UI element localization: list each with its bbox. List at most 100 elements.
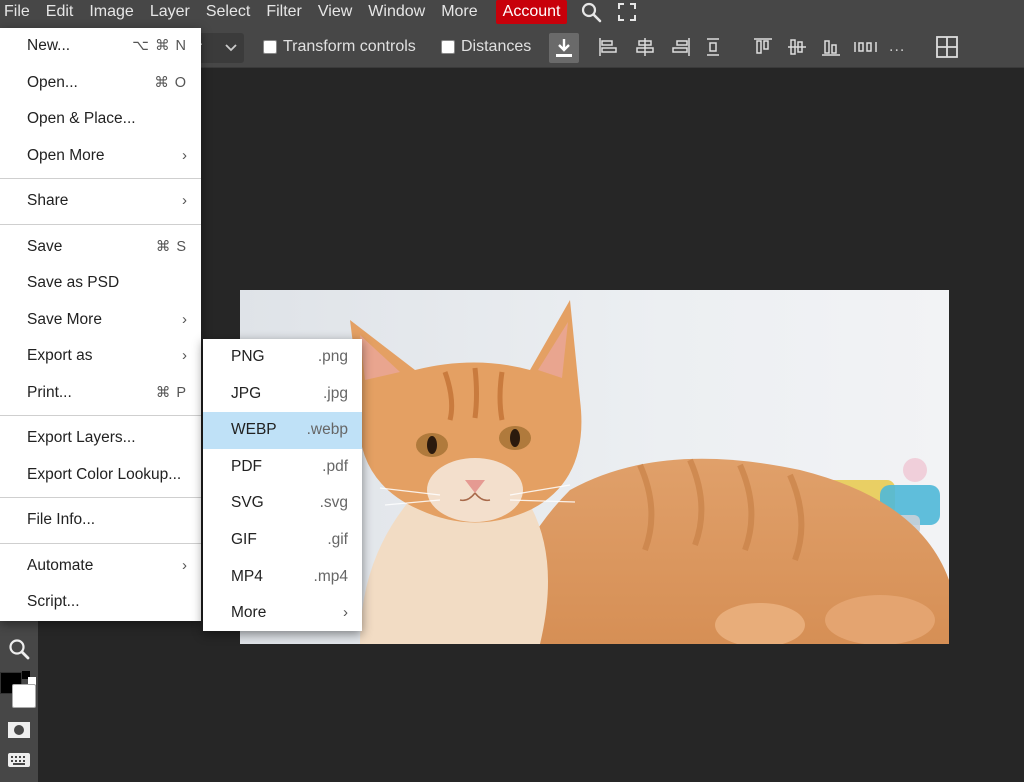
menu-item-script[interactable]: Script... bbox=[0, 584, 201, 621]
export-format-label: PDF bbox=[231, 457, 262, 475]
distribute-vertical-icon[interactable] bbox=[702, 36, 724, 58]
distances-checkbox[interactable]: Distances bbox=[441, 38, 531, 56]
export-format-ext: .mp4 bbox=[313, 567, 348, 585]
menu-item-save[interactable]: Save ⌘ S bbox=[0, 229, 201, 266]
export-format-label: PNG bbox=[231, 348, 265, 365]
menu-item-label: Save bbox=[27, 237, 63, 255]
align-center-h-icon[interactable] bbox=[634, 36, 656, 58]
account-button[interactable]: Account bbox=[495, 0, 568, 24]
export-item-webp[interactable]: WEBP .webp bbox=[203, 412, 362, 449]
menu-item-print[interactable]: Print... ⌘ P bbox=[0, 375, 201, 412]
menu-item-label: New... bbox=[27, 37, 71, 54]
export-format-label: JPG bbox=[231, 384, 262, 402]
zoom-tool-icon[interactable] bbox=[5, 635, 33, 663]
export-format-ext: .webp bbox=[306, 421, 348, 439]
menu-item-label: Script... bbox=[27, 593, 80, 610]
export-format-label: GIF bbox=[231, 530, 257, 548]
menu-item-shortcut: ⌥ ⌘ N bbox=[132, 38, 187, 54]
distribute-horizontal-icon[interactable] bbox=[853, 36, 879, 58]
export-item-pdf[interactable]: PDF .pdf bbox=[203, 449, 362, 486]
menu-item-label: Print... bbox=[27, 383, 72, 401]
menu-edit[interactable]: Edit bbox=[38, 0, 82, 24]
menu-file[interactable]: File bbox=[0, 0, 38, 24]
menu-view[interactable]: View bbox=[310, 0, 360, 24]
menu-item-share[interactable]: Share › bbox=[0, 183, 201, 220]
menu-divider bbox=[0, 415, 201, 416]
menu-item-label: Share bbox=[27, 192, 69, 209]
keyboard-icon[interactable] bbox=[5, 746, 33, 774]
menu-item-save-as-psd[interactable]: Save as PSD bbox=[0, 265, 201, 302]
menu-item-label: Save as PSD bbox=[27, 274, 120, 291]
distances-box[interactable] bbox=[441, 40, 455, 54]
align-middle-v-icon[interactable] bbox=[786, 36, 808, 58]
menu-item-open-more[interactable]: Open More › bbox=[0, 138, 201, 175]
menu-divider bbox=[0, 542, 201, 544]
menu-item-shortcut: ⌘ O bbox=[154, 74, 187, 91]
menu-item-shortcut: ⌘ P bbox=[155, 384, 187, 401]
menu-item-label: Automate bbox=[27, 556, 94, 574]
menu-item-label: Export Layers... bbox=[27, 429, 136, 446]
menu-divider bbox=[0, 223, 201, 225]
menu-item-label: Open More bbox=[27, 146, 105, 164]
chevron-right-icon: › bbox=[182, 310, 187, 328]
export-item-jpg[interactable]: JPG .jpg bbox=[203, 376, 362, 413]
menu-item-save-more[interactable]: Save More › bbox=[0, 302, 201, 339]
distances-label: Distances bbox=[461, 38, 532, 55]
search-icon[interactable] bbox=[579, 0, 603, 24]
export-as-submenu: PNG .png JPG .jpg WEBP .webp PDF .pdf SV… bbox=[203, 339, 362, 631]
chevron-right-icon: › bbox=[343, 604, 348, 622]
grid-layout-icon[interactable] bbox=[935, 35, 959, 59]
transform-controls-checkbox[interactable]: Transform controls bbox=[263, 38, 416, 56]
fullscreen-icon[interactable] bbox=[615, 0, 639, 24]
align-right-icon[interactable] bbox=[670, 36, 692, 58]
export-format-label: MP4 bbox=[231, 567, 263, 585]
export-format-ext: .gif bbox=[327, 530, 348, 548]
chevron-right-icon: › bbox=[182, 146, 187, 164]
quick-mask-icon[interactable] bbox=[5, 716, 33, 744]
menu-select[interactable]: Select bbox=[198, 0, 258, 24]
export-item-svg[interactable]: SVG .svg bbox=[203, 485, 362, 522]
background-color-swatch[interactable] bbox=[12, 684, 36, 708]
export-format-ext: .jpg bbox=[323, 384, 348, 402]
menu-item-new[interactable]: New... ⌥ ⌘ N bbox=[0, 28, 201, 65]
chevron-right-icon: › bbox=[182, 556, 187, 574]
export-item-mp4[interactable]: MP4 .mp4 bbox=[203, 559, 362, 596]
menu-item-export-as[interactable]: Export as › bbox=[0, 338, 201, 375]
chevron-right-icon: › bbox=[182, 347, 187, 364]
export-format-label: More bbox=[231, 604, 267, 622]
menu-item-label: Export Color Lookup... bbox=[27, 465, 182, 483]
chevron-down-icon bbox=[224, 33, 238, 74]
transform-controls-label: Transform controls bbox=[283, 38, 416, 55]
menu-item-open[interactable]: Open... ⌘ O bbox=[0, 65, 201, 102]
menu-item-label: Save More bbox=[27, 310, 102, 328]
export-format-ext: .png bbox=[317, 348, 348, 365]
export-item-more[interactable]: More › bbox=[203, 595, 362, 632]
download-icon[interactable] bbox=[549, 33, 579, 63]
menu-layer[interactable]: Layer bbox=[142, 0, 198, 24]
file-menu-dropdown: New... ⌥ ⌘ N Open... ⌘ O Open & Place...… bbox=[0, 28, 201, 621]
menu-item-label: File Info... bbox=[27, 511, 96, 528]
menu-item-label: Open & Place... bbox=[27, 110, 136, 127]
menu-item-export-color-lookup[interactable]: Export Color Lookup... bbox=[0, 457, 201, 494]
menu-divider bbox=[0, 178, 201, 179]
menu-item-automate[interactable]: Automate › bbox=[0, 548, 201, 585]
menu-item-label: Open... bbox=[27, 73, 78, 91]
menu-item-open-place[interactable]: Open & Place... bbox=[0, 101, 201, 138]
menu-image[interactable]: Image bbox=[81, 0, 141, 24]
menu-item-export-layers[interactable]: Export Layers... bbox=[0, 420, 201, 457]
export-format-label: SVG bbox=[231, 494, 264, 512]
export-item-png[interactable]: PNG .png bbox=[203, 339, 362, 376]
align-top-icon[interactable] bbox=[752, 36, 774, 58]
menu-item-shortcut: ⌘ S bbox=[155, 238, 187, 255]
menu-more[interactable]: More bbox=[433, 0, 485, 24]
align-bottom-icon[interactable] bbox=[820, 36, 842, 58]
menu-bar: File Edit Image Layer Select Filter View… bbox=[0, 0, 1024, 24]
export-item-gif[interactable]: GIF .gif bbox=[203, 522, 362, 559]
menu-filter[interactable]: Filter bbox=[258, 0, 310, 24]
menu-item-file-info[interactable]: File Info... bbox=[0, 502, 201, 539]
export-format-ext: .pdf bbox=[322, 457, 348, 475]
align-left-icon[interactable] bbox=[597, 36, 619, 58]
transform-controls-box[interactable] bbox=[263, 40, 277, 54]
menu-window[interactable]: Window bbox=[360, 0, 433, 24]
toolbar-more-button[interactable]: ... bbox=[889, 38, 905, 56]
